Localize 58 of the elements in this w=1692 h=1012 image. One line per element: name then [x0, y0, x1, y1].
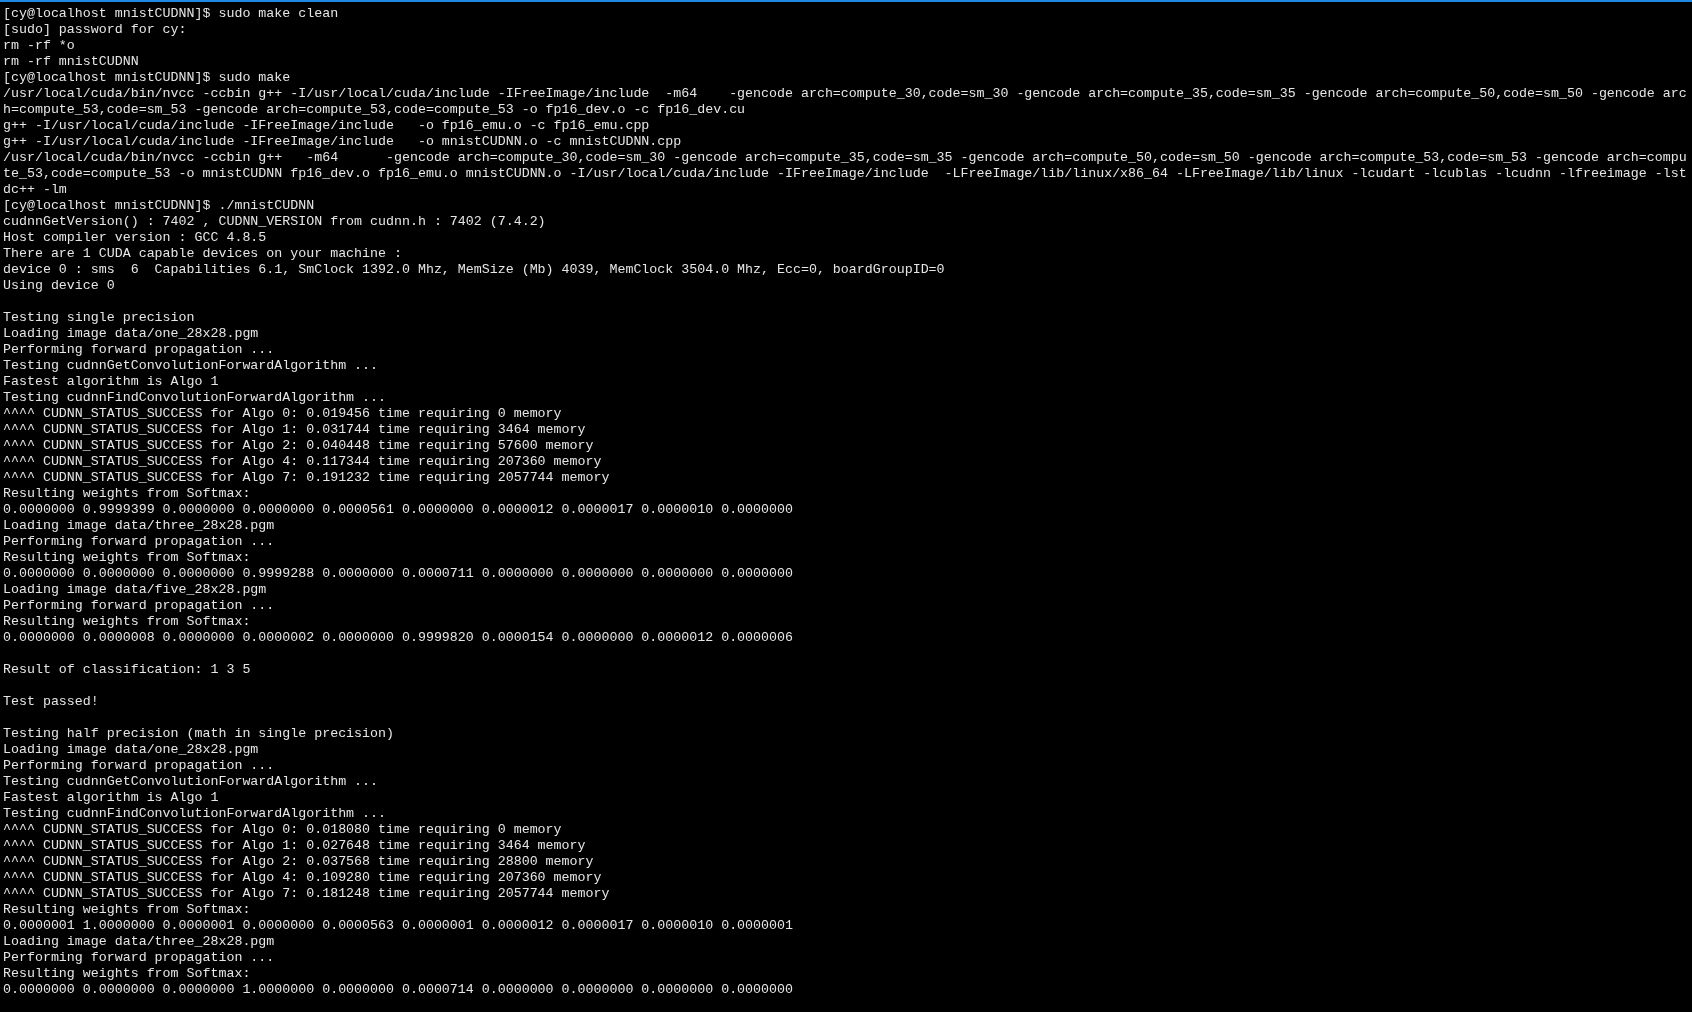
terminal-line: ^^^^ CUDNN_STATUS_SUCCESS for Algo 0: 0.019456 time requiring 0 memory	[3, 406, 562, 422]
terminal-line: 0.0000000 0.0000008 0.0000000 0.0000002 0.0000000 0.9999820 0.0000154 0.0000000 0.0000012 0.0000006	[3, 630, 793, 646]
terminal-line: ^^^^ CUDNN_STATUS_SUCCESS for Algo 0: 0.018080 time requiring 0 memory	[3, 822, 562, 838]
terminal-line: cudnnGetVersion() : 7402 , CUDNN_VERSION from cudnn.h : 7402 (7.4.2)	[3, 214, 546, 230]
terminal-line: Loading image data/three_28x28.pgm	[3, 934, 275, 950]
terminal-line: There are 1 CUDA capable devices on your machine :	[3, 246, 402, 262]
terminal-line: g++ -I/usr/local/cuda/include -IFreeImage/include -o fp16_emu.o -c fp16_emu.cpp	[3, 118, 650, 134]
terminal-line: Testing cudnnGetConvolutionForwardAlgorithm ...	[3, 774, 379, 790]
terminal-line: Loading image data/five_28x28.pgm	[3, 582, 267, 598]
terminal-line: Testing cudnnFindConvolutionForwardAlgorithm ...	[3, 390, 386, 406]
terminal-line: 0.0000000 0.0000000 0.0000000 1.0000000 0.0000000 0.0000714 0.0000000 0.0000000 0.0000000 0.0000000	[3, 982, 793, 998]
terminal-line: Resulting weights from Softmax:	[3, 614, 251, 630]
terminal-line: ^^^^ CUDNN_STATUS_SUCCESS for Algo 2: 0.037568 time requiring 28800 memory	[3, 854, 594, 870]
terminal-line: h=compute_53,code=sm_53 -gencode arch=compute_53,code=compute_53 -o fp16_dev.o -c fp16_dev.cu	[3, 102, 746, 118]
terminal-line: ^^^^ CUDNN_STATUS_SUCCESS for Algo 4: 0.109280 time requiring 207360 memory	[3, 870, 602, 886]
terminal-line: Performing forward propagation ...	[3, 534, 275, 550]
terminal-line: ^^^^ CUDNN_STATUS_SUCCESS for Algo 1: 0.031744 time requiring 3464 memory	[3, 422, 586, 438]
terminal-line: Testing single precision	[3, 310, 195, 326]
terminal-line: ^^^^ CUDNN_STATUS_SUCCESS for Algo 4: 0.117344 time requiring 207360 memory	[3, 454, 602, 470]
terminal-line: Performing forward propagation ...	[3, 758, 275, 774]
terminal-line: Resulting weights from Softmax:	[3, 550, 251, 566]
terminal-line: Testing cudnnGetConvolutionForwardAlgorithm ...	[3, 358, 379, 374]
terminal-line: 0.0000000 0.9999399 0.0000000 0.0000000 0.0000561 0.0000000 0.0000012 0.0000017 0.0000010 0.0000000	[3, 502, 793, 518]
terminal-line: Performing forward propagation ...	[3, 342, 275, 358]
terminal-line: ^^^^ CUDNN_STATUS_SUCCESS for Algo 7: 0.181248 time requiring 2057744 memory	[3, 886, 610, 902]
terminal-line: [cy@localhost mnistCUDNN]$ sudo make clean	[3, 6, 339, 22]
terminal-line: [sudo] password for cy:	[3, 22, 187, 38]
terminal-line: [cy@localhost mnistCUDNN]$ ./mnistCUDNN	[3, 198, 315, 214]
terminal-line: Resulting weights from Softmax:	[3, 486, 251, 502]
terminal-line: ^^^^ CUDNN_STATUS_SUCCESS for Algo 2: 0.040448 time requiring 57600 memory	[3, 438, 594, 454]
terminal-line: te_53,code=compute_53 -o mnistCUDNN fp16_dev.o fp16_emu.o mnistCUDNN.o -I/usr/local/cuda/include -IFreeImage/include -LFreeImage/lib/linux/x86_64 -LFreeImage/lib/linux -lcudart -lcublas -lcudnn -lfreeimage -lst	[3, 166, 1687, 182]
terminal-line: ^^^^ CUDNN_STATUS_SUCCESS for Algo 7: 0.191232 time requiring 2057744 memory	[3, 470, 610, 486]
terminal-line: 0.0000000 0.0000000 0.0000000 0.9999288 0.0000000 0.0000711 0.0000000 0.0000000 0.0000000 0.0000000	[3, 566, 793, 582]
terminal-line: Host compiler version : GCC 4.8.5	[3, 230, 267, 246]
terminal-line: /usr/local/cuda/bin/nvcc -ccbin g++ -m64 -gencode arch=compute_30,code=sm_30 -gencode arch=compute_35,code=sm_35 -gencode arch=compute_50,code=sm_50 -gencode arch=compute_53,code=sm_53 -gencode arch=compu	[3, 150, 1687, 166]
terminal-line: Loading image data/one_28x28.pgm	[3, 742, 259, 758]
terminal-line: dc++ -lm	[3, 182, 67, 198]
terminal-line: Fastest algorithm is Algo 1	[3, 374, 219, 390]
terminal-line: Performing forward propagation ...	[3, 950, 275, 966]
terminal-line: Resulting weights from Softmax:	[3, 966, 251, 982]
terminal-line: device 0 : sms 6 Capabilities 6.1, SmClock 1392.0 Mhz, MemSize (Mb) 4039, MemClock 3504.0 Mhz, Ecc=0, boardGroupID=0	[3, 262, 945, 278]
terminal-line: rm -rf *o	[3, 38, 75, 54]
terminal-line: g++ -I/usr/local/cuda/include -IFreeImage/include -o mnistCUDNN.o -c mnistCUDNN.cpp	[3, 134, 682, 150]
terminal-line: 0.0000001 1.0000000 0.0000001 0.0000000 0.0000563 0.0000001 0.0000012 0.0000017 0.0000010 0.0000001	[3, 918, 793, 934]
terminal-line: Performing forward propagation ...	[3, 598, 275, 614]
terminal-line: Resulting weights from Softmax:	[3, 902, 251, 918]
terminal-line: /usr/local/cuda/bin/nvcc -ccbin g++ -I/usr/local/cuda/include -IFreeImage/include -m64 -gencode arch=compute_30,code=sm_30 -gencode arch=compute_35,code=sm_35 -gencode arch=compute_50,code=sm_50 -gencode arc	[3, 86, 1687, 102]
terminal-line: Fastest algorithm is Algo 1	[3, 790, 219, 806]
terminal-line: Result of classification: 1 3 5	[3, 662, 251, 678]
terminal-line: ^^^^ CUDNN_STATUS_SUCCESS for Algo 1: 0.027648 time requiring 3464 memory	[3, 838, 586, 854]
terminal-line: Using device 0	[3, 278, 115, 294]
terminal-line: rm -rf mnistCUDNN	[3, 54, 139, 70]
terminal-line: Test passed!	[3, 694, 99, 710]
terminal-line: Loading image data/three_28x28.pgm	[3, 518, 275, 534]
terminal-line: Loading image data/one_28x28.pgm	[3, 326, 259, 342]
terminal-line: [cy@localhost mnistCUDNN]$ sudo make	[3, 70, 291, 86]
terminal-line: Testing half precision (math in single precision)	[3, 726, 394, 742]
terminal-line: Testing cudnnFindConvolutionForwardAlgorithm ...	[3, 806, 386, 822]
